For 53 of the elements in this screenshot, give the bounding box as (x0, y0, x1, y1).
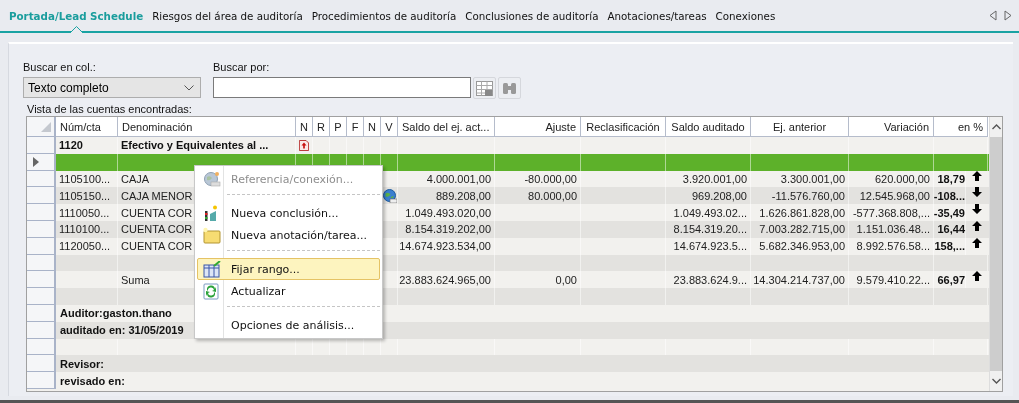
table-cell-text: Revisor: (59, 356, 105, 372)
note-icon (202, 226, 221, 244)
table-cell: 1110100... (56, 221, 118, 238)
table-cell: 1110050... (56, 204, 118, 221)
grid-caption: Vista de las cuentas encontradas: (26, 103, 193, 116)
table-cell: Efectivo y Equivalentes al ... (118, 137, 296, 154)
scroll-thumb[interactable] (990, 137, 1002, 371)
chevron-down-icon (184, 84, 194, 91)
table-cell: 8.154.319.20... (666, 221, 751, 238)
table-cell: 1.049.493.02... (666, 204, 751, 221)
scroll-right-icon (1004, 10, 1012, 21)
table-icon (202, 260, 221, 278)
table-cell: 7.003.282.715,00 (751, 221, 849, 238)
vertical-scrollbar[interactable] (989, 117, 1002, 391)
table-cell: 14.674.923.5... (666, 237, 751, 255)
scroll-up-icon (991, 124, 1001, 130)
table-filter-button[interactable] (473, 77, 496, 99)
tab[interactable]: Anotaciones/tareas (604, 0, 710, 31)
table-cell: 1.626.861.828,00 (751, 204, 849, 221)
table-cell: 14.674.923.534,00 (398, 237, 495, 255)
table-cell: 1120050... (56, 237, 118, 255)
table-icon (476, 80, 493, 96)
current-row-icon (33, 156, 39, 167)
table-cell-text: auditado en: 31/05/2019 (59, 323, 184, 339)
tab[interactable]: Riesgos del área de auditoría (149, 0, 306, 31)
refresh-icon (202, 282, 221, 300)
table-cell: -35,49 (934, 204, 966, 221)
tab[interactable]: Conexiones (712, 0, 779, 31)
table-cell: -577.368.808,... (849, 204, 934, 221)
globe-icon (202, 170, 221, 188)
table-cell: 158,... (934, 237, 966, 255)
binoculars-icon (502, 81, 517, 95)
table-cell: 8.992.576.58... (849, 237, 934, 255)
menu-item[interactable]: Opciones de análisis... (197, 314, 380, 336)
table-cell-text: Auditor:gaston.thano (59, 306, 172, 322)
tab[interactable]: Conclusiones de auditoría (462, 0, 602, 31)
menu-item[interactable]: Fijar rango... (197, 258, 380, 280)
table-cell: 5.682.346.953,00 (751, 237, 849, 255)
table-cell: 1.151.036.48... (849, 221, 934, 238)
field-label: Buscar por: (213, 61, 271, 74)
table-cell: 8.154.319.202,00 (398, 221, 495, 238)
table-cell: 1.049.493.020,00 (398, 204, 495, 221)
search-button[interactable] (498, 77, 521, 99)
tab[interactable]: Procedimientos de auditoría (308, 0, 460, 31)
table-cell-text: revisado en: (59, 373, 125, 389)
field-label: Buscar en col.: (23, 61, 97, 74)
search-field[interactable] (213, 77, 471, 98)
column-dropdown[interactable]: Texto completo (23, 77, 201, 98)
select-all-icon (41, 121, 51, 132)
table-cell: 1120 (56, 137, 118, 154)
scroll-down-icon (991, 378, 1001, 384)
table-cell: 16,44 (934, 221, 966, 238)
scroll-left-icon (989, 10, 997, 21)
